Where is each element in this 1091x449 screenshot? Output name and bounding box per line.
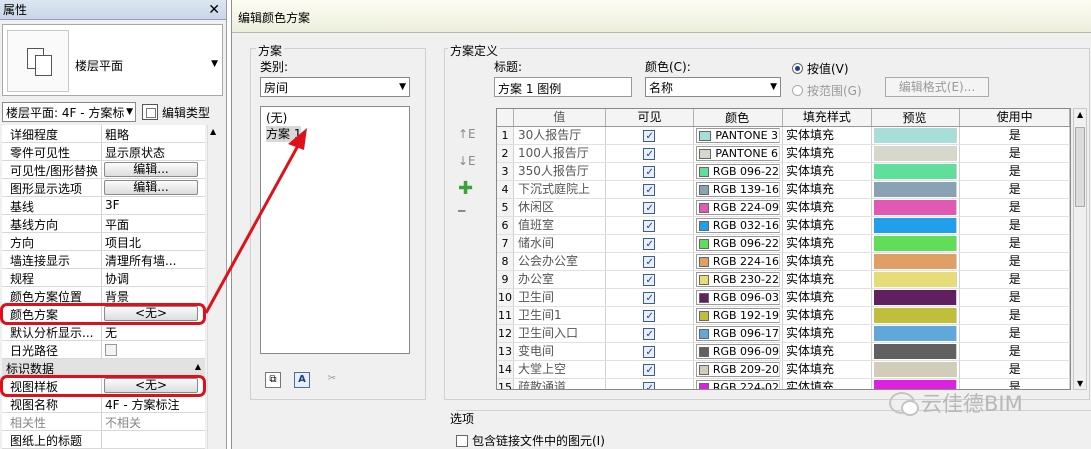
annotation-arrow <box>204 128 307 314</box>
